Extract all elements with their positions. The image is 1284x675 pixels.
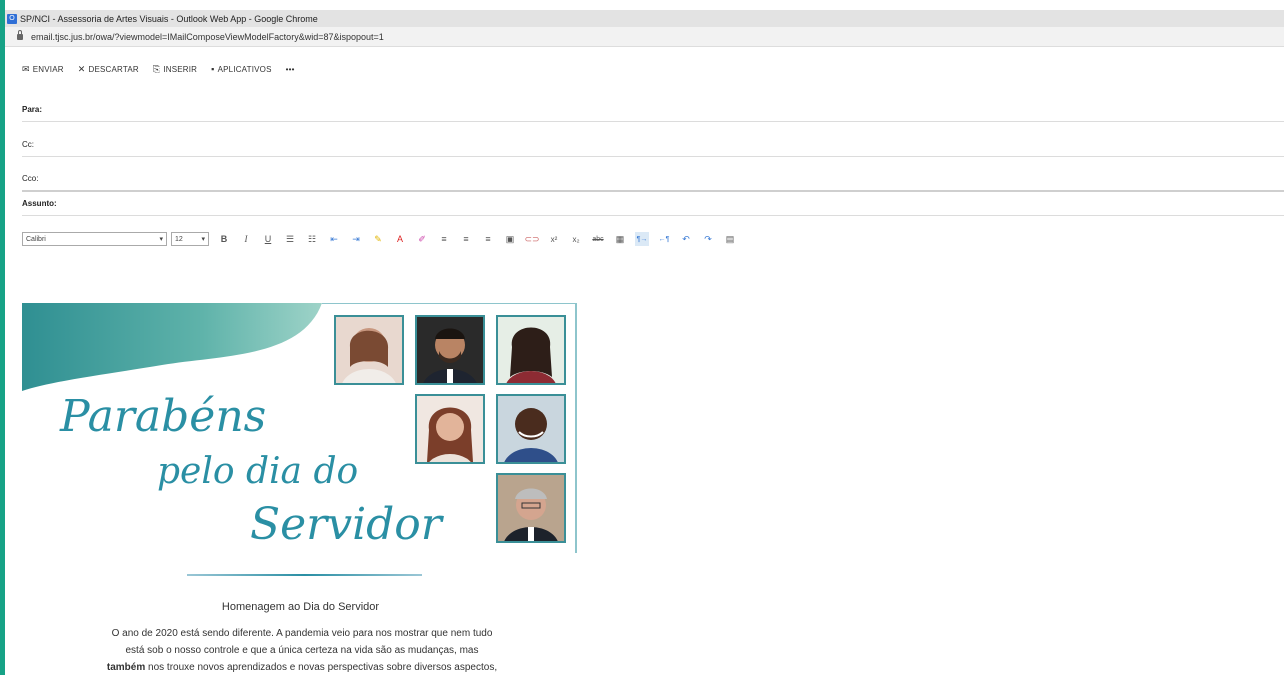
subject-field[interactable]: Assunto: bbox=[22, 191, 1284, 216]
card-title-line3: Servidor bbox=[250, 499, 442, 550]
outlook-app-icon: O bbox=[7, 13, 17, 24]
font-size-value: 12 bbox=[175, 235, 183, 243]
align-center-icon[interactable]: ≡ bbox=[459, 232, 473, 246]
close-icon: ✕ bbox=[77, 63, 86, 74]
more-button[interactable]: ••• bbox=[286, 65, 295, 74]
underline-icon[interactable]: U bbox=[261, 232, 275, 246]
highlight-icon[interactable]: ✎ bbox=[371, 232, 385, 246]
wave-shape bbox=[22, 303, 322, 391]
align-right-icon[interactable]: ≡ bbox=[481, 232, 495, 246]
photo-person-3 bbox=[496, 315, 566, 385]
bullet-list-icon[interactable]: ☰ bbox=[283, 232, 297, 246]
browser-window: O SP/NCI - Assessoria de Artes Visuais -… bbox=[5, 0, 1284, 675]
clear-format-icon[interactable]: ✐ bbox=[415, 232, 429, 246]
photo-person-4 bbox=[415, 394, 485, 464]
card-body-text: O ano de 2020 está sendo diferente. A pa… bbox=[52, 625, 552, 675]
apps-icon: ▪ bbox=[211, 64, 215, 74]
email-body-card: Parabéns pelo dia do Servidor Homenagem … bbox=[22, 303, 579, 675]
compose-toolbar: ✉ ENVIAR ✕ DESCARTAR ⎘ INSERIR ▪ APLICAT… bbox=[22, 62, 295, 76]
cc-label: Cc: bbox=[22, 140, 34, 149]
cc-field[interactable]: Cc: bbox=[22, 132, 1284, 157]
address-bar[interactable]: email.tjsc.jus.br/owa/?viewmodel=IMailCo… bbox=[5, 27, 1284, 47]
discard-button[interactable]: ✕ DESCARTAR bbox=[78, 64, 139, 75]
indent-decrease-icon[interactable]: ⇤ bbox=[327, 232, 341, 246]
chevron-down-icon: ▾ bbox=[201, 236, 205, 243]
window-titlebar: O SP/NCI - Assessoria de Artes Visuais -… bbox=[5, 10, 1284, 27]
url-text[interactable]: email.tjsc.jus.br/owa/?viewmodel=IMailCo… bbox=[31, 32, 384, 42]
card-title-line2: pelo dia do bbox=[157, 451, 359, 492]
undo-icon[interactable]: ↶ bbox=[679, 232, 693, 246]
redo-icon[interactable]: ↷ bbox=[701, 232, 715, 246]
numbered-list-icon[interactable]: ☷ bbox=[305, 232, 319, 246]
bcc-field[interactable]: Cco: bbox=[22, 166, 1284, 192]
subject-label: Assunto: bbox=[22, 199, 57, 208]
divider-line bbox=[187, 574, 422, 576]
insert-button[interactable]: ⎘ INSERIR bbox=[153, 64, 197, 75]
chevron-down-icon: ▾ bbox=[159, 236, 163, 243]
insert-label: INSERIR bbox=[163, 64, 198, 74]
send-icon: ✉ bbox=[22, 63, 30, 74]
body-line-3-rest: nos trouxe novos aprendizados e novas pe… bbox=[145, 662, 498, 673]
apps-label: APLICATIVOS bbox=[217, 64, 272, 74]
bold-icon[interactable]: B bbox=[217, 232, 231, 246]
more-label: ••• bbox=[285, 64, 295, 74]
ltr-icon[interactable]: ¶→ bbox=[635, 232, 649, 246]
card-subtitle: Homenagem ao Dia do Servidor bbox=[221, 601, 380, 613]
card-title-line1: Parabéns bbox=[60, 391, 267, 442]
indent-increase-icon[interactable]: ⇥ bbox=[349, 232, 363, 246]
bcc-label: Cco: bbox=[22, 174, 39, 183]
font-color-icon[interactable]: A bbox=[393, 232, 407, 246]
photo-person-6 bbox=[496, 473, 566, 543]
subscript-icon[interactable]: x₂ bbox=[569, 232, 583, 246]
font-family-select[interactable]: Calibri ▾ bbox=[22, 232, 167, 246]
attach-icon: ⎘ bbox=[152, 63, 161, 74]
send-button[interactable]: ✉ ENVIAR bbox=[22, 64, 64, 75]
body-line-1: O ano de 2020 está sendo diferente. A pa… bbox=[111, 628, 493, 639]
send-label: ENVIAR bbox=[32, 64, 64, 74]
strikethrough-icon[interactable]: abc bbox=[591, 232, 605, 246]
body-line-2: está sob o nosso controle e que a única … bbox=[125, 645, 479, 656]
formatting-toolbar: Calibri ▾ 12 ▾ B I U ☰ ☷ ⇤ ⇥ ✎ A ✐ ≡ ≡ ≡… bbox=[22, 231, 737, 247]
body-line-3: também nos trouxe novos aprendizados e n… bbox=[52, 659, 552, 675]
photo-person-5 bbox=[496, 394, 566, 464]
font-size-select[interactable]: 12 ▾ bbox=[171, 232, 209, 246]
lock-icon bbox=[17, 29, 23, 40]
window-title: SP/NCI - Assessoria de Artes Visuais - O… bbox=[20, 13, 318, 24]
font-family-value: Calibri bbox=[26, 235, 46, 243]
superscript-icon[interactable]: x² bbox=[547, 232, 561, 246]
to-label: Para: bbox=[22, 105, 43, 114]
insert-image-icon[interactable]: ▣ bbox=[503, 232, 517, 246]
photo-person-1 bbox=[334, 315, 404, 385]
italic-icon[interactable]: I bbox=[239, 232, 253, 246]
to-field[interactable]: Para: bbox=[22, 97, 1284, 122]
rtl-icon[interactable]: ←¶ bbox=[657, 232, 671, 246]
table-icon[interactable]: ▦ bbox=[613, 232, 627, 246]
apps-button[interactable]: ▪ APLICATIVOS bbox=[211, 64, 271, 74]
discard-label: DESCARTAR bbox=[88, 64, 139, 74]
link-icon[interactable]: ⊂⊃ bbox=[524, 232, 539, 246]
photo-person-2 bbox=[415, 315, 485, 385]
more-options-icon[interactable]: ▤ bbox=[723, 232, 737, 246]
body-line-3-bold: também bbox=[106, 662, 146, 673]
align-left-icon[interactable]: ≡ bbox=[437, 232, 451, 246]
